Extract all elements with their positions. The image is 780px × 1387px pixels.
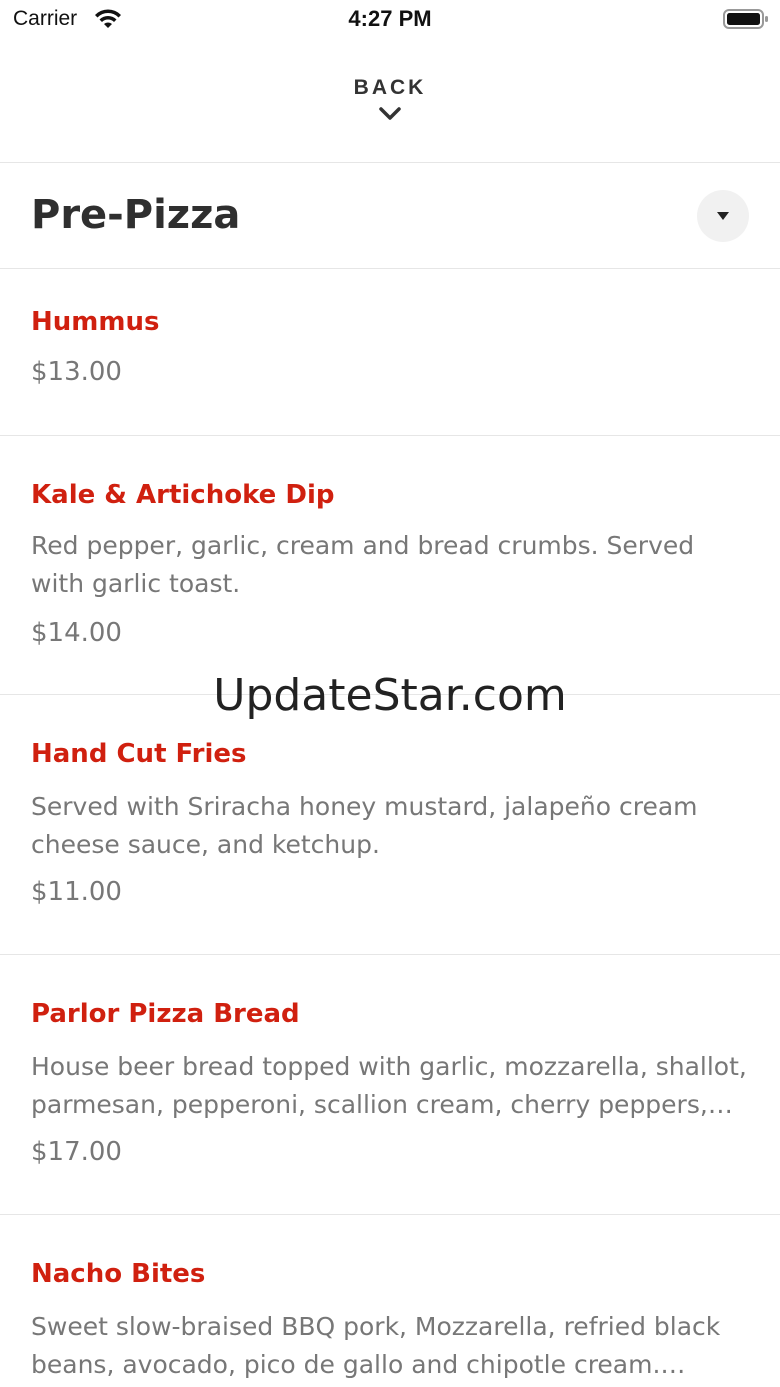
chevron-down-icon: [379, 107, 401, 120]
item-description: Red pepper, garlic, cream and bread crum…: [31, 531, 695, 598]
back-button[interactable]: BACK: [290, 68, 490, 142]
section-title: Pre-Pizza: [31, 192, 241, 238]
item-name: Hand Cut Fries: [31, 739, 247, 769]
item-price: $17.00: [31, 1137, 122, 1167]
menu-item-nacho-bites[interactable]: Nacho Bites Sweet slow-braised BBQ pork,…: [0, 1215, 780, 1387]
back-label: BACK: [353, 76, 427, 99]
item-description: Sweet slow-braised BBQ pork, Mozzarella,…: [31, 1312, 721, 1379]
item-name: Parlor Pizza Bread: [31, 999, 300, 1029]
item-description: House beer bread topped with garlic, moz…: [31, 1052, 747, 1119]
status-bar: Carrier 4:27 PM: [0, 0, 780, 40]
screen: Carrier 4:27 PM BACK Pre-Pizza Hummus $1…: [0, 0, 780, 1387]
item-description: Served with Sriracha honey mustard, jala…: [31, 792, 698, 859]
battery-icon: [723, 9, 768, 29]
item-name: Hummus: [31, 307, 160, 337]
menu-item-hummus[interactable]: Hummus $13.00: [0, 269, 780, 435]
category-dropdown-button[interactable]: [697, 190, 749, 242]
header-divider: [0, 162, 780, 163]
caret-down-icon: [717, 212, 729, 220]
item-name: Nacho Bites: [31, 1259, 206, 1289]
item-price: $13.00: [31, 357, 122, 387]
menu-item-kale-artichoke-dip[interactable]: Kale & Artichoke Dip Red pepper, garlic,…: [0, 436, 780, 694]
item-price: $14.00: [31, 618, 122, 648]
menu-item-hand-cut-fries[interactable]: Hand Cut Fries Served with Sriracha hone…: [0, 695, 780, 954]
clock: 4:27 PM: [348, 6, 432, 31]
item-name: Kale & Artichoke Dip: [31, 480, 335, 510]
menu-item-parlor-pizza-bread[interactable]: Parlor Pizza Bread House beer bread topp…: [0, 955, 780, 1214]
item-price: $11.00: [31, 877, 122, 907]
